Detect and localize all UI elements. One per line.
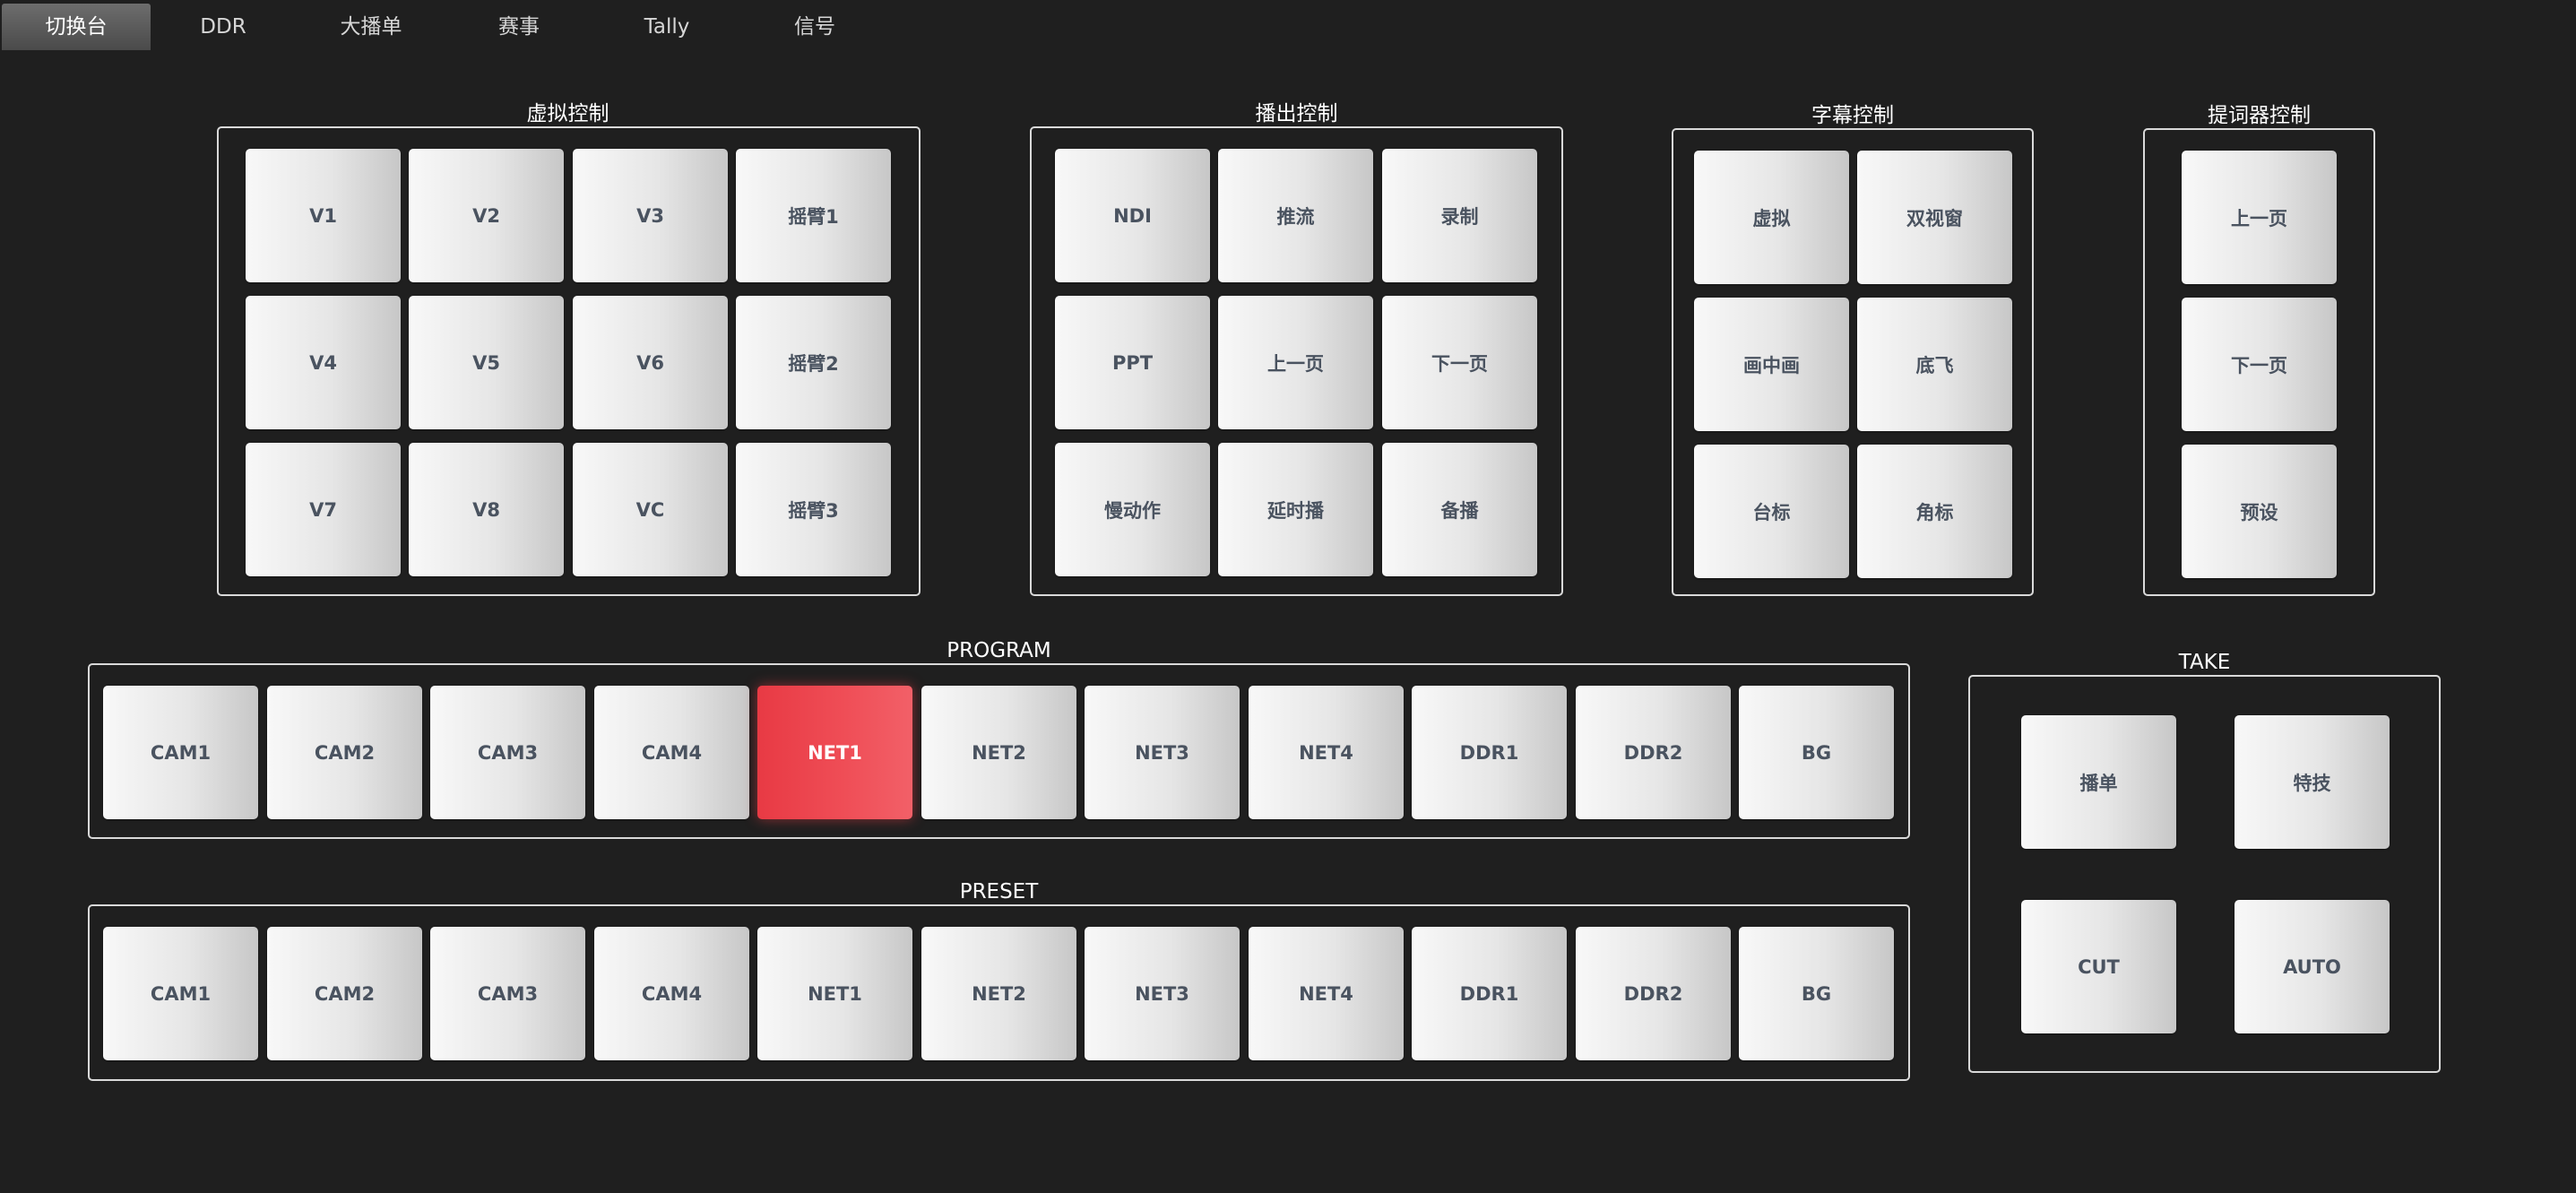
preset-bus-panel: CAM1 CAM2 CAM3 CAM4 NET1 NET2 NET3 NET4 … — [88, 904, 1910, 1081]
preset-net4-button[interactable]: NET4 — [1249, 927, 1404, 1060]
subtitle-corner-logo-button[interactable]: 角标 — [1857, 445, 2012, 578]
virtual-crane3-button[interactable]: 摇臂3 — [736, 443, 891, 576]
virtual-crane2-button[interactable]: 摇臂2 — [736, 296, 891, 429]
preset-bg-button[interactable]: BG — [1739, 927, 1894, 1060]
preset-cam3-button[interactable]: CAM3 — [430, 927, 585, 1060]
tab-signal[interactable]: 信号 — [740, 4, 889, 50]
take-playlist-button[interactable]: 播单 — [2021, 715, 2176, 849]
prompter-preset-button[interactable]: 预设 — [2182, 445, 2337, 578]
subtitle-control-title: 字幕控制 — [1811, 104, 1894, 127]
prompter-control-panel: 上一页 下一页 预设 — [2143, 128, 2375, 596]
program-cam4-button[interactable]: CAM4 — [594, 686, 749, 819]
virtual-v7-button[interactable]: V7 — [246, 443, 401, 576]
take-effect-button[interactable]: 特技 — [2235, 715, 2390, 849]
program-bus-panel: CAM1 CAM2 CAM3 CAM4 NET1 NET2 NET3 NET4 … — [88, 663, 1910, 839]
playout-ndi-button[interactable]: NDI — [1055, 149, 1210, 282]
playout-backup-button[interactable]: 备播 — [1382, 443, 1537, 576]
program-bg-button[interactable]: BG — [1739, 686, 1894, 819]
take-title: TAKE — [2178, 651, 2231, 674]
prompter-prev-page-button[interactable]: 上一页 — [2182, 151, 2337, 284]
virtual-v8-button[interactable]: V8 — [409, 443, 564, 576]
prompter-control-title: 提词器控制 — [2208, 104, 2311, 127]
virtual-v1-button[interactable]: V1 — [246, 149, 401, 282]
subtitle-control-panel: 虚拟 双视窗 画中画 底飞 台标 角标 — [1672, 128, 2034, 596]
subtitle-virtual-button[interactable]: 虚拟 — [1694, 151, 1849, 284]
preset-title: PRESET — [959, 880, 1039, 903]
preset-cam2-button[interactable]: CAM2 — [267, 927, 422, 1060]
virtual-v4-button[interactable]: V4 — [246, 296, 401, 429]
playout-control-title: 播出控制 — [1255, 102, 1338, 125]
preset-cam1-button[interactable]: CAM1 — [103, 927, 258, 1060]
subtitle-pip-button[interactable]: 画中画 — [1694, 298, 1849, 431]
preset-net3-button[interactable]: NET3 — [1085, 927, 1240, 1060]
program-cam3-button[interactable]: CAM3 — [430, 686, 585, 819]
preset-ddr1-button[interactable]: DDR1 — [1412, 927, 1567, 1060]
subtitle-ticker-button[interactable]: 底飞 — [1857, 298, 2012, 431]
take-auto-button[interactable]: AUTO — [2235, 900, 2390, 1033]
preset-net1-button[interactable]: NET1 — [757, 927, 912, 1060]
prompter-next-page-button[interactable]: 下一页 — [2182, 298, 2337, 431]
tab-tally[interactable]: Tally — [592, 4, 741, 50]
preset-ddr2-button[interactable]: DDR2 — [1576, 927, 1731, 1060]
program-net4-button[interactable]: NET4 — [1249, 686, 1404, 819]
tab-events[interactable]: 赛事 — [445, 4, 593, 50]
virtual-vc-button[interactable]: VC — [573, 443, 728, 576]
virtual-control-panel: V1 V2 V3 摇臂1 V4 V5 V6 摇臂2 V7 V8 VC 摇臂3 — [217, 126, 921, 596]
preset-cam4-button[interactable]: CAM4 — [594, 927, 749, 1060]
playout-record-button[interactable]: 录制 — [1382, 149, 1537, 282]
virtual-v5-button[interactable]: V5 — [409, 296, 564, 429]
playout-slow-motion-button[interactable]: 慢动作 — [1055, 443, 1210, 576]
preset-net2-button[interactable]: NET2 — [921, 927, 1076, 1060]
virtual-crane1-button[interactable]: 摇臂1 — [736, 149, 891, 282]
program-ddr2-button[interactable]: DDR2 — [1576, 686, 1731, 819]
virtual-v3-button[interactable]: V3 — [573, 149, 728, 282]
program-net2-button[interactable]: NET2 — [921, 686, 1076, 819]
program-cam2-button[interactable]: CAM2 — [267, 686, 422, 819]
playout-control-panel: NDI 推流 录制 PPT 上一页 下一页 慢动作 延时播 备播 — [1030, 126, 1563, 596]
playout-stream-button[interactable]: 推流 — [1218, 149, 1373, 282]
virtual-v2-button[interactable]: V2 — [409, 149, 564, 282]
playout-prev-page-button[interactable]: 上一页 — [1218, 296, 1373, 429]
tab-switcher[interactable]: 切换台 — [2, 4, 151, 50]
top-tab-bar: 切换台 DDR 大播单 赛事 Tally 信号 — [0, 4, 2576, 52]
virtual-v6-button[interactable]: V6 — [573, 296, 728, 429]
program-ddr1-button[interactable]: DDR1 — [1412, 686, 1567, 819]
virtual-control-title: 虚拟控制 — [526, 102, 609, 125]
program-net1-button-live[interactable]: NET1 — [757, 686, 912, 819]
tab-ddr[interactable]: DDR — [149, 4, 298, 50]
program-net3-button[interactable]: NET3 — [1085, 686, 1240, 819]
take-cut-button[interactable]: CUT — [2021, 900, 2176, 1033]
subtitle-dual-view-button[interactable]: 双视窗 — [1857, 151, 2012, 284]
program-title: PROGRAM — [947, 639, 1051, 662]
subtitle-station-logo-button[interactable]: 台标 — [1694, 445, 1849, 578]
tab-playlist[interactable]: 大播单 — [297, 4, 445, 50]
playout-next-page-button[interactable]: 下一页 — [1382, 296, 1537, 429]
take-panel: 播单 特技 CUT AUTO — [1968, 675, 2441, 1073]
playout-ppt-button[interactable]: PPT — [1055, 296, 1210, 429]
playout-delay-button[interactable]: 延时播 — [1218, 443, 1373, 576]
program-cam1-button[interactable]: CAM1 — [103, 686, 258, 819]
